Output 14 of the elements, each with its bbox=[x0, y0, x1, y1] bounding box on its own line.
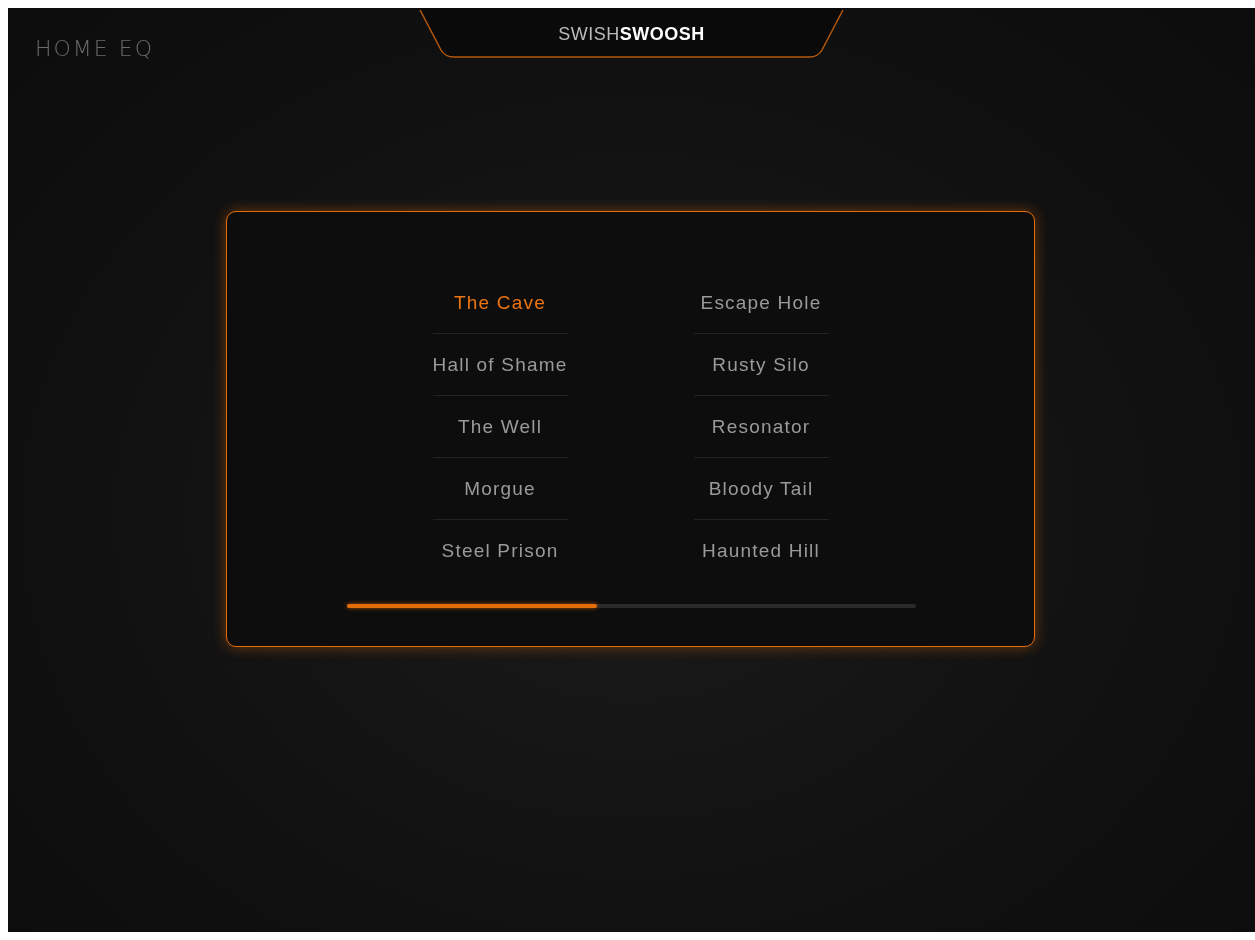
preset-item[interactable]: Hall of Shame bbox=[432, 334, 568, 396]
logo: SWISHSWOOSH bbox=[558, 23, 705, 45]
preset-item[interactable]: The Well bbox=[432, 396, 568, 458]
scroll-thumb[interactable] bbox=[347, 604, 597, 608]
preset-item[interactable]: Morgue bbox=[432, 458, 568, 520]
preset-item[interactable]: The Cave bbox=[432, 272, 568, 334]
app-title: HOME EQ bbox=[35, 36, 154, 62]
scroll-bar[interactable] bbox=[347, 604, 916, 608]
preset-item[interactable]: Steel Prison bbox=[432, 520, 568, 582]
preset-item[interactable]: Rusty Silo bbox=[693, 334, 829, 396]
preset-item[interactable]: Bloody Tail bbox=[693, 458, 829, 520]
preset-item[interactable]: Resonator bbox=[693, 396, 829, 458]
preset-item[interactable]: Haunted Hill bbox=[693, 520, 829, 582]
preset-item[interactable]: Escape Hole bbox=[693, 272, 829, 334]
